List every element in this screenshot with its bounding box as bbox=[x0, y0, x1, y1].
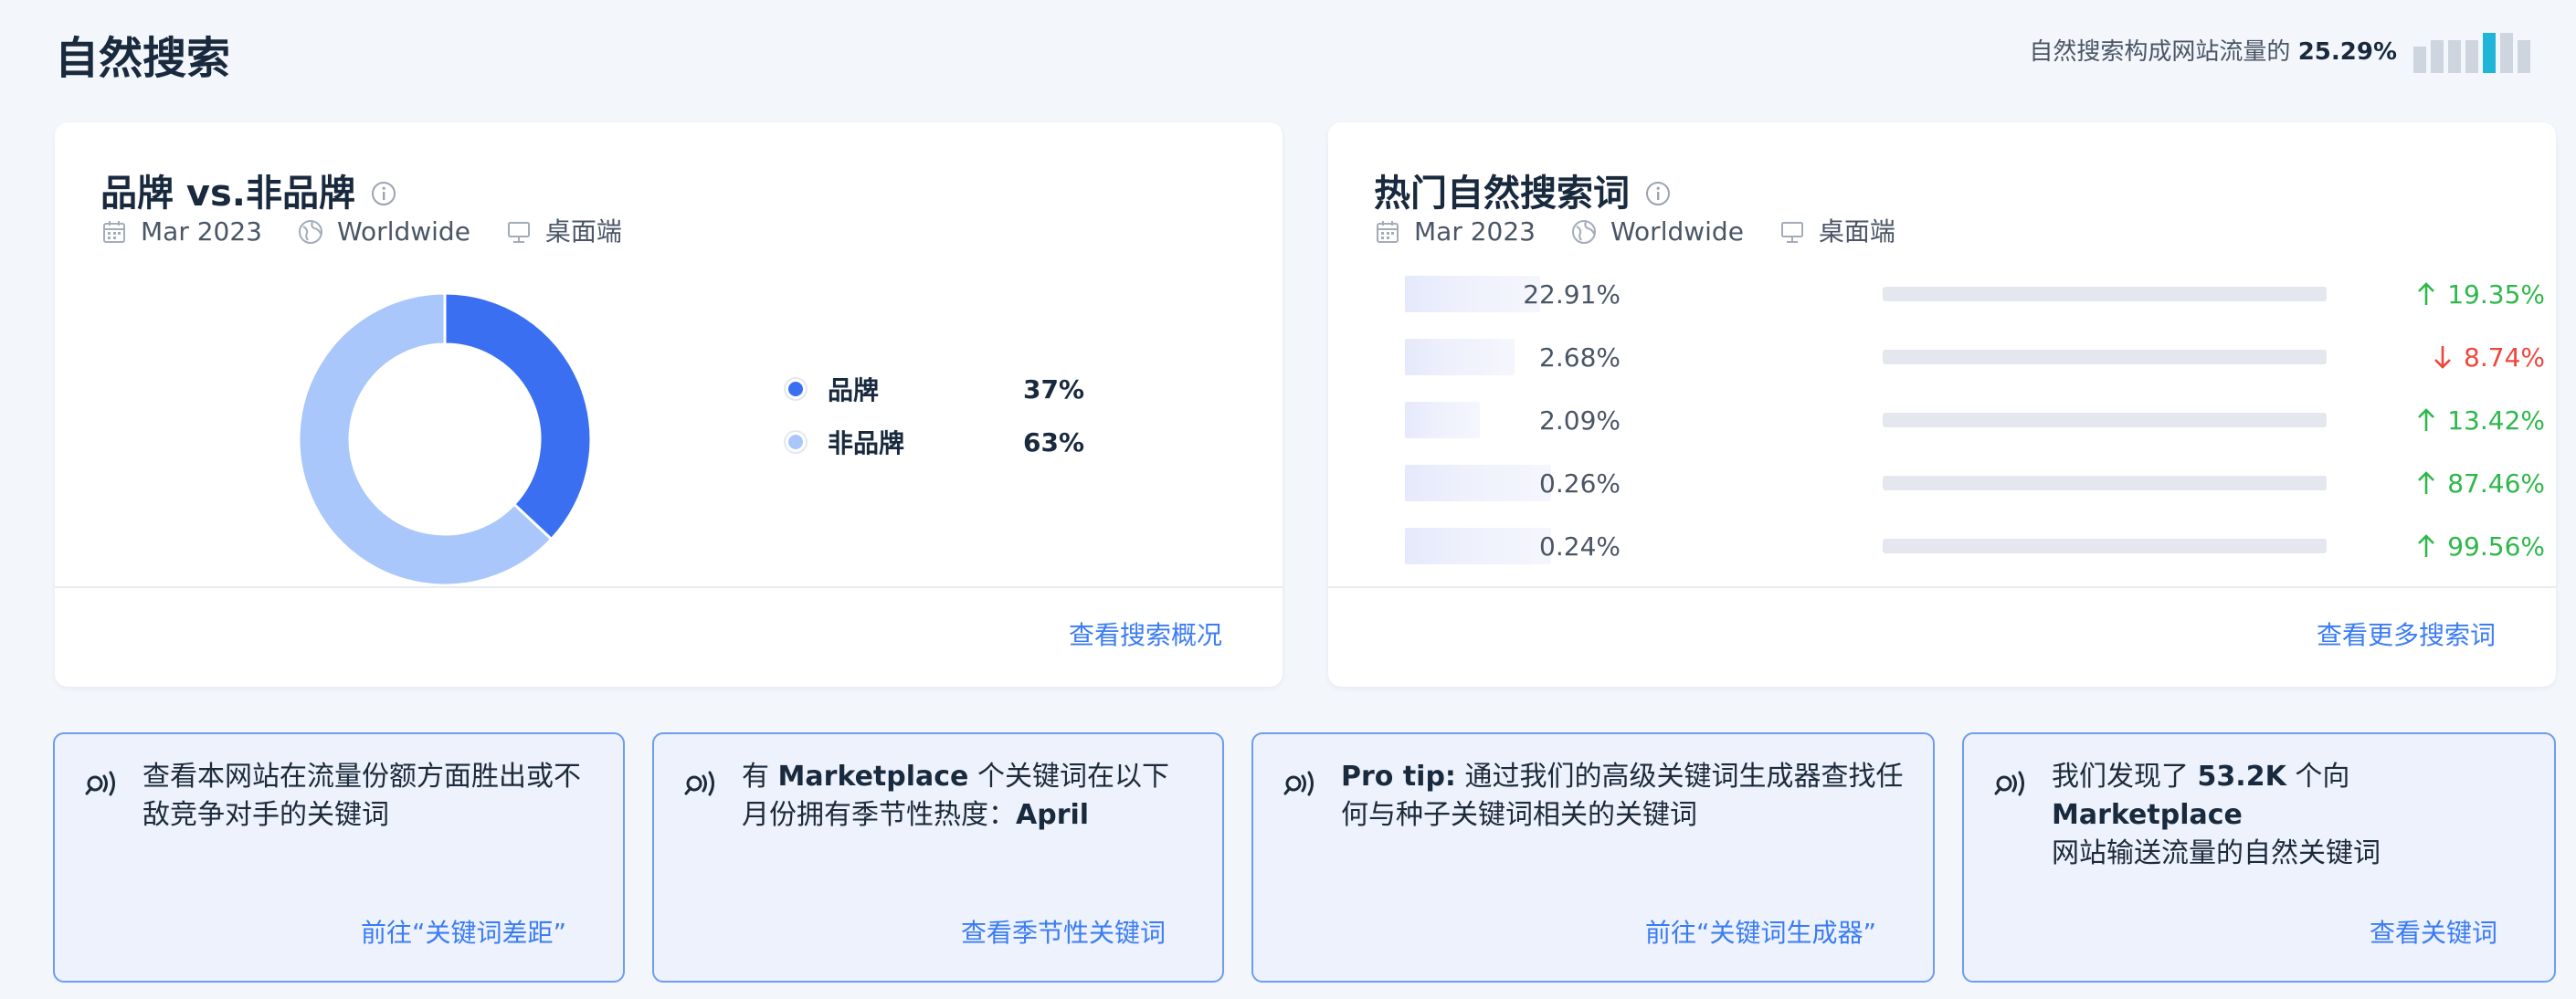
brand-vs-nonbrand-card: 品牌 vs.非品牌 Mar 2023 Worldwide 桌面端 品牌 37% … bbox=[55, 122, 1283, 687]
insight-icon bbox=[85, 771, 115, 796]
arrow-up-icon bbox=[2418, 471, 2435, 494]
card-divider bbox=[55, 586, 1283, 588]
keyword-change: 99.56% bbox=[2416, 531, 2545, 562]
keyword-row[interactable]: 0.24% 99.56% bbox=[1328, 528, 2576, 564]
tip-text: Pro tip: 通过我们的高级关键词生成器查找任何与种子关键词相关的关键词 bbox=[1341, 761, 1904, 831]
view-keywords-link[interactable]: 查看关键词 bbox=[2370, 915, 2497, 952]
top-organic-keywords-card: 热门自然搜索词 Mar 2023 Worldwide 桌面端 22.91% 19… bbox=[1328, 122, 2556, 687]
traffic-share-label: 自然搜索构成网站流量的 bbox=[2029, 37, 2291, 66]
view-more-keywords-link[interactable]: 查看更多搜索词 bbox=[2317, 617, 2496, 654]
legend-dot bbox=[786, 432, 806, 452]
keyword-traffic-share: 0.26% bbox=[1539, 468, 1621, 499]
traffic-share-value: 25.29% bbox=[2297, 37, 2397, 66]
card-divider bbox=[1328, 586, 2556, 588]
traffic-share-text: 自然搜索构成网站流量的 25.29% bbox=[2029, 33, 2397, 67]
keyword-row[interactable]: 22.91% 19.35% bbox=[1328, 276, 2576, 312]
donut-slice-brand[interactable] bbox=[443, 291, 593, 542]
arrow-up-icon bbox=[2418, 282, 2435, 305]
go-keyword-gap-link[interactable]: 前往“关键词差距” bbox=[361, 915, 566, 952]
tip-text: 查看本网站在流量份额方面胜出或不敌竞争对手的关键词 bbox=[143, 761, 581, 831]
keyword-change: 87.46% bbox=[2416, 468, 2545, 499]
meta-date: Mar 2023 bbox=[1414, 216, 1536, 247]
keyword-change-value: 13.42% bbox=[2447, 405, 2545, 436]
brand-donut-chart bbox=[297, 291, 593, 587]
keyword-share-bar bbox=[1883, 350, 2327, 364]
donut-legend: 品牌 37% 非品牌 63% bbox=[776, 371, 1084, 477]
keyword-share-bar bbox=[1883, 476, 2327, 490]
card-title-row: 热门自然搜索词 bbox=[1374, 168, 1672, 219]
share-bar bbox=[2448, 40, 2461, 73]
card-title-row: 品牌 vs.非品牌 bbox=[100, 168, 397, 219]
keyword-change: 19.35% bbox=[2416, 279, 2545, 310]
globe-icon bbox=[1572, 220, 1596, 244]
keyword-row[interactable]: 2.68% 8.74% bbox=[1328, 339, 2576, 375]
calendar-icon bbox=[1377, 221, 1399, 243]
calendar-icon bbox=[103, 221, 125, 243]
meta-device: 桌面端 bbox=[1818, 216, 1895, 247]
legend-item[interactable]: 品牌 37% bbox=[776, 371, 1084, 407]
share-bar bbox=[2500, 33, 2513, 73]
view-search-overview-link[interactable]: 查看搜索概况 bbox=[1069, 617, 1222, 654]
meta-region: Worldwide bbox=[337, 216, 470, 247]
keyword-change-value: 8.74% bbox=[2464, 342, 2545, 373]
keyword-share-bar bbox=[1883, 539, 2327, 553]
card-title: 品牌 vs.非品牌 bbox=[100, 173, 356, 215]
keyword-change-value: 19.35% bbox=[2447, 279, 2545, 310]
legend-value: 37% bbox=[1023, 373, 1085, 405]
keyword-row[interactable]: 2.09% 13.42% bbox=[1328, 402, 2576, 438]
share-bar bbox=[2518, 40, 2530, 73]
go-keyword-generator-link[interactable]: 前往“关键词生成器” bbox=[1645, 915, 1876, 952]
keyword-traffic-share: 22.91% bbox=[1523, 279, 1621, 310]
card-title: 热门自然搜索词 bbox=[1374, 173, 1630, 215]
share-bar bbox=[2483, 33, 2496, 73]
keyword-traffic-share: 0.24% bbox=[1539, 531, 1621, 562]
legend-value: 63% bbox=[1023, 426, 1085, 457]
info-icon[interactable] bbox=[1644, 180, 1672, 207]
page-title: 自然搜索 bbox=[55, 33, 231, 84]
tip-card-keyword-gap: 查看本网站在流量份额方面胜出或不敌竞争对手的关键词 前往“关键词差距” bbox=[53, 732, 625, 983]
meta-date: Mar 2023 bbox=[141, 216, 262, 247]
keyword-row[interactable]: 0.26% 87.46% bbox=[1328, 465, 2576, 501]
share-bar bbox=[2465, 40, 2478, 73]
keyword-traffic-share: 2.09% bbox=[1539, 405, 1621, 436]
arrow-up-icon bbox=[2418, 408, 2435, 431]
desktop-icon bbox=[507, 222, 530, 243]
share-bar bbox=[2431, 40, 2444, 73]
traffic-share-summary: 自然搜索构成网站流量的 25.29% bbox=[2029, 26, 2530, 73]
insight-icon bbox=[1283, 771, 1314, 796]
card-meta: Mar 2023 Worldwide 桌面端 bbox=[100, 214, 622, 250]
tip-card-organic-keywords: 我们发现了 53.2K 个向Marketplace 网站输送流量的自然关键词 查看… bbox=[1962, 732, 2556, 983]
card-meta: Mar 2023 Worldwide 桌面端 bbox=[1374, 214, 1895, 250]
info-icon[interactable] bbox=[370, 180, 397, 207]
keyword-change: 8.74% bbox=[2433, 342, 2545, 373]
meta-device: 桌面端 bbox=[544, 216, 622, 247]
legend-dot bbox=[786, 379, 806, 399]
keyword-traffic-share: 2.68% bbox=[1539, 342, 1621, 373]
tip-text: 有 Marketplace 个关键词在以下月份拥有季节性热度：April bbox=[742, 761, 1169, 831]
keyword-share-bar bbox=[1883, 287, 2327, 301]
legend-label: 品牌 bbox=[828, 375, 880, 405]
keyword-share-bar bbox=[1883, 413, 2327, 427]
insight-icon bbox=[684, 771, 714, 796]
keyword-change: 13.42% bbox=[2416, 405, 2545, 436]
legend-label: 非品牌 bbox=[828, 428, 905, 458]
traffic-share-bars-icon bbox=[2413, 26, 2530, 73]
arrow-up-icon bbox=[2418, 534, 2435, 557]
meta-region: Worldwide bbox=[1610, 216, 1744, 247]
insight-icon bbox=[1994, 771, 2024, 796]
view-seasonal-keywords-link[interactable]: 查看季节性关键词 bbox=[961, 915, 1166, 952]
legend-item[interactable]: 非品牌 63% bbox=[776, 424, 1084, 460]
share-bar bbox=[2413, 47, 2426, 73]
globe-icon bbox=[299, 220, 322, 244]
arrow-down-icon bbox=[2434, 346, 2451, 369]
keyword-change-value: 99.56% bbox=[2447, 531, 2545, 562]
tip-text: 我们发现了 53.2K 个向Marketplace 网站输送流量的自然关键词 bbox=[2052, 761, 2381, 869]
tip-card-keyword-generator: Pro tip: 通过我们的高级关键词生成器查找任何与种子关键词相关的关键词 前… bbox=[1251, 732, 1935, 983]
desktop-icon bbox=[1780, 222, 1803, 243]
tip-card-seasonal-keywords: 有 Marketplace 个关键词在以下月份拥有季节性热度：April 查看季… bbox=[652, 732, 1224, 983]
keyword-change-value: 87.46% bbox=[2447, 468, 2545, 499]
keyword-blurred bbox=[1405, 402, 1480, 438]
